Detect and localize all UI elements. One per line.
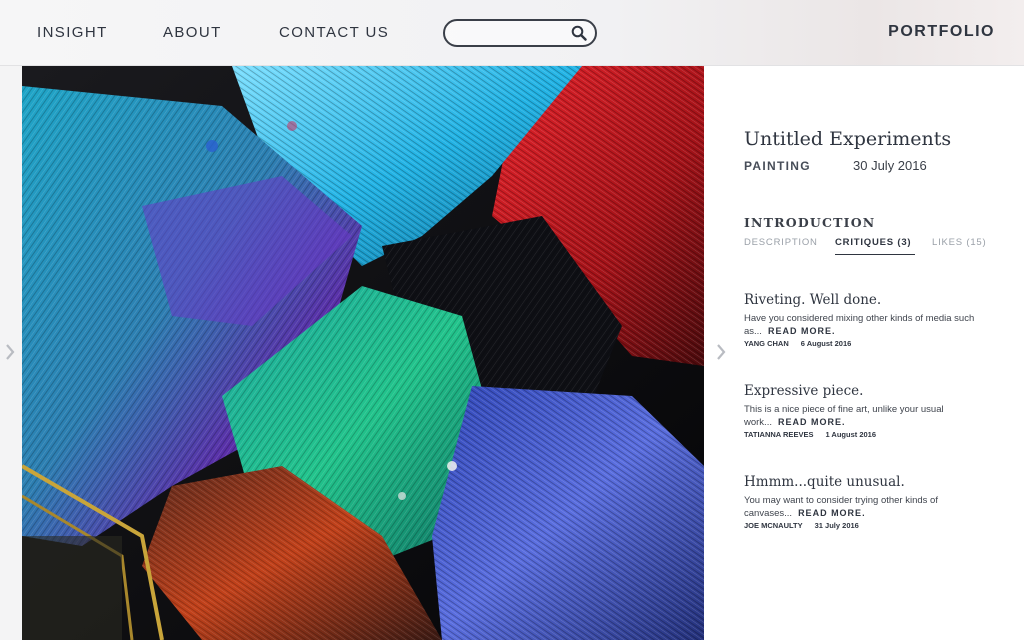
critique-date: 1 August 2016 <box>825 430 877 439</box>
tab-critiques[interactable]: CRITIQUES (3) <box>835 237 911 248</box>
critique-item: Expressive piece. This is a nice piece o… <box>744 383 976 439</box>
section-heading: INTRODUCTION <box>744 215 876 230</box>
critique-meta: TATIANNA REEVES 1 August 2016 <box>744 430 976 439</box>
artwork-date: 30 July 2016 <box>853 158 927 173</box>
read-more-link[interactable]: READ MORE. <box>778 417 846 427</box>
tab-description[interactable]: DESCRIPTION <box>744 237 818 248</box>
artwork-image[interactable] <box>22 66 704 640</box>
chevron-right-icon[interactable] <box>4 343 16 361</box>
critique-author[interactable]: TATIANNA REEVES <box>744 430 813 439</box>
tab-likes[interactable]: LIKES (15) <box>932 237 986 248</box>
search-box <box>443 19 597 47</box>
critique-excerpt: This is a nice piece of fine art, unlike… <box>744 403 976 429</box>
nav-insight[interactable]: INSIGHT <box>37 24 108 41</box>
chevron-right-icon[interactable] <box>715 343 727 361</box>
critique-meta: JOE MCNAULTY 31 July 2016 <box>744 521 976 530</box>
search-icon[interactable] <box>571 25 587 41</box>
critique-date: 31 July 2016 <box>814 521 859 530</box>
critique-title[interactable]: Riveting. Well done. <box>744 292 976 308</box>
search-input[interactable] <box>455 24 567 42</box>
nav-about[interactable]: ABOUT <box>163 24 222 41</box>
critique-date: 6 August 2016 <box>800 339 852 348</box>
artwork-title: Untitled Experiments <box>744 128 952 150</box>
artwork-painting <box>22 66 704 640</box>
critique-meta: YANG CHAN 6 August 2016 <box>744 339 976 348</box>
critique-excerpt: Have you considered mixing other kinds o… <box>744 312 976 338</box>
critique-title[interactable]: Hmmm...quite unusual. <box>744 474 976 490</box>
artwork-category[interactable]: PAINTING <box>744 159 811 173</box>
critique-excerpt: You may want to consider trying other ki… <box>744 494 976 520</box>
critique-item: Hmmm...quite unusual. You may want to co… <box>744 474 976 530</box>
critique-title[interactable]: Expressive piece. <box>744 383 976 399</box>
critique-author[interactable]: YANG CHAN <box>744 339 789 348</box>
critique-author[interactable]: JOE MCNAULTY <box>744 521 803 530</box>
top-header: INSIGHT ABOUT CONTACT US PORTFOLIO <box>0 0 1024 66</box>
read-more-link[interactable]: READ MORE. <box>798 508 866 518</box>
brand-portfolio[interactable]: PORTFOLIO <box>888 23 995 41</box>
nav-contact-us[interactable]: CONTACT US <box>279 24 389 41</box>
critique-item: Riveting. Well done. Have you considered… <box>744 292 976 348</box>
read-more-link[interactable]: READ MORE. <box>768 326 836 336</box>
active-tab-underline <box>835 254 915 255</box>
